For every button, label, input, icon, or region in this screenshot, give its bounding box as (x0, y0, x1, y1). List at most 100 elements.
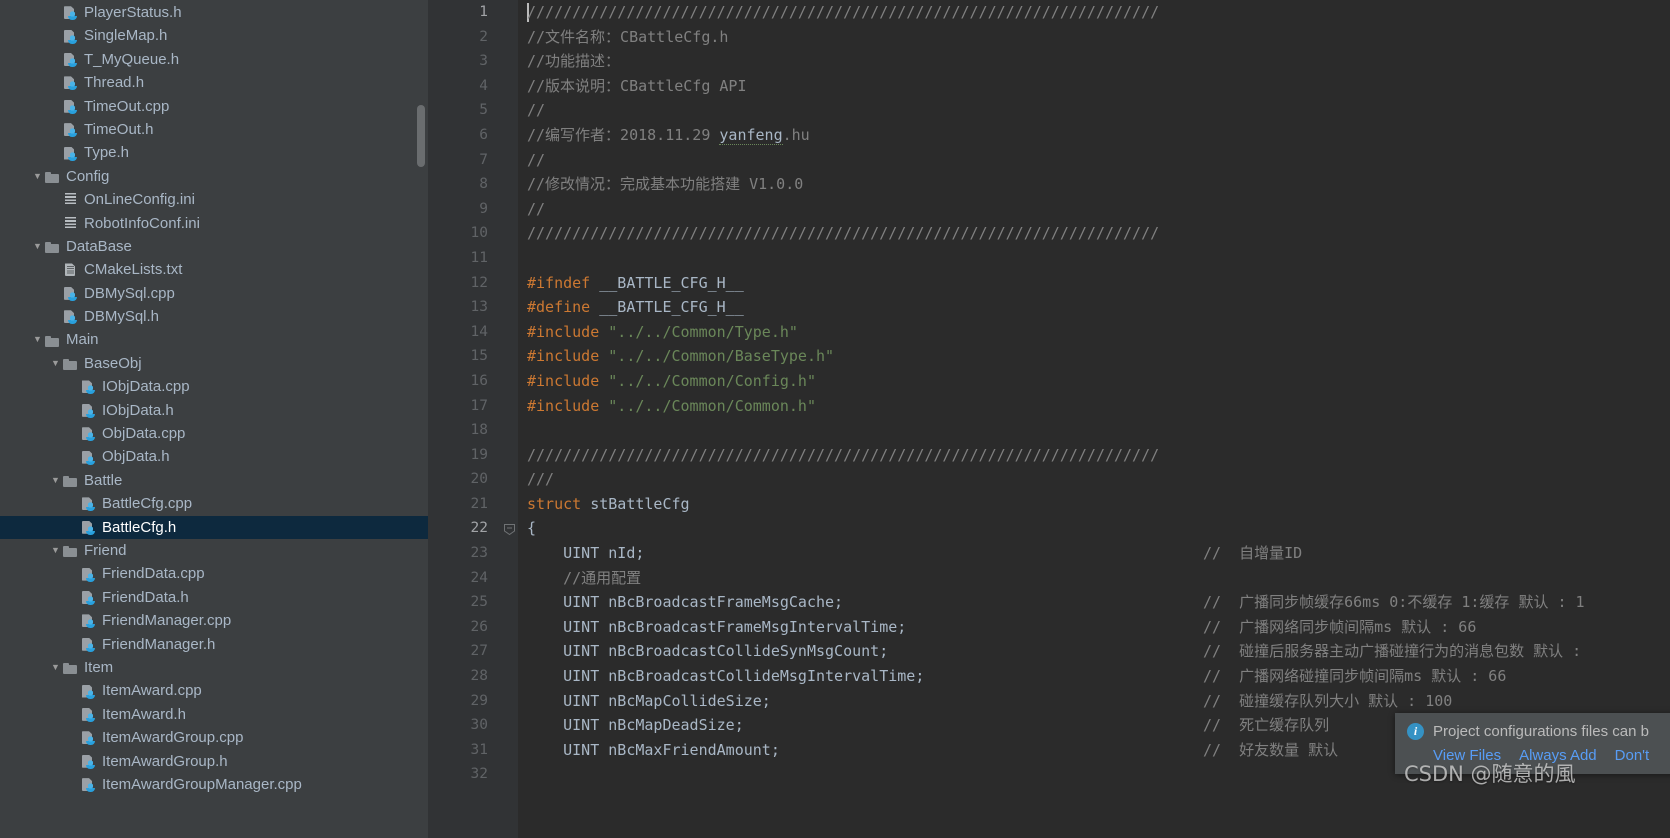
code-line[interactable]: UINT nBcMapCollideSize; // 碰撞缓存队列大小 默认 : … (518, 689, 1670, 714)
chevron-down-icon[interactable]: ▼ (31, 165, 44, 188)
tree-folder-item[interactable]: ▼ Item (0, 656, 428, 679)
gutter-line-number[interactable]: 24 (428, 566, 500, 591)
gutter-line-number[interactable]: 11 (428, 246, 500, 271)
tree-file-cmakelists-txt[interactable]: CMakeLists.txt (0, 258, 428, 281)
gutter-line-number[interactable]: 20 (428, 467, 500, 492)
code-line[interactable]: #define __BATTLE_CFG_H__ (518, 295, 1670, 320)
code-line[interactable]: ////////////////////////////////////////… (518, 0, 1670, 25)
code-line[interactable]: #include "../../Common/BaseType.h" (518, 344, 1670, 369)
code-line[interactable]: #include "../../Common/Config.h" (518, 369, 1670, 394)
code-line[interactable]: //文件名称：CBattleCfg.h (518, 25, 1670, 50)
tree-file-itemaward-cpp[interactable]: ItemAward.cpp (0, 679, 428, 702)
tree-file-thread-h[interactable]: Thread.h (0, 71, 428, 94)
gutter-line-number[interactable]: 19 (428, 443, 500, 468)
gutter-line-number[interactable]: 13 (428, 295, 500, 320)
gutter-line-number[interactable]: 3 (428, 49, 500, 74)
tree-folder-main[interactable]: ▼ Main (0, 328, 428, 351)
project-tree-scrollbar[interactable] (417, 105, 425, 167)
chevron-down-icon[interactable]: ▼ (49, 656, 62, 679)
tree-file-dbmysql-cpp[interactable]: DBMySql.cpp (0, 282, 428, 305)
gutter-line-number[interactable]: 7 (428, 148, 500, 173)
tree-folder-database[interactable]: ▼ DataBase (0, 235, 428, 258)
gutter-line-number[interactable]: 4 (428, 74, 500, 99)
code-line[interactable]: #ifndef __BATTLE_CFG_H__ (518, 271, 1670, 296)
gutter-line-number[interactable]: 29 (428, 689, 500, 714)
code-line[interactable]: UINT nBcBroadcastCollideMsgIntervalTime;… (518, 664, 1670, 689)
gutter-line-number[interactable]: 2 (428, 25, 500, 50)
code-line[interactable]: ////////////////////////////////////////… (518, 443, 1670, 468)
tree-file-t-myqueue-h[interactable]: T_MyQueue.h (0, 48, 428, 71)
code-line[interactable] (518, 246, 1670, 271)
tree-folder-battle[interactable]: ▼ Battle (0, 469, 428, 492)
gutter-line-number[interactable]: 14 (428, 320, 500, 345)
gutter-line-number[interactable]: 12 (428, 271, 500, 296)
gutter-line-number[interactable]: 5 (428, 98, 500, 123)
gutter-line-number[interactable]: 23 (428, 541, 500, 566)
code-line[interactable]: // (518, 197, 1670, 222)
tree-folder-baseobj[interactable]: ▼ BaseObj (0, 352, 428, 375)
tree-file-frienddata-cpp[interactable]: FriendData.cpp (0, 562, 428, 585)
gutter-line-number[interactable]: 18 (428, 418, 500, 443)
chevron-down-icon[interactable]: ▼ (49, 352, 62, 375)
code-line[interactable]: UINT nBcBroadcastCollideSynMsgCount; // 碰… (518, 639, 1670, 664)
tree-file-objdata-h[interactable]: ObjData.h (0, 445, 428, 468)
gutter-line-number[interactable]: 17 (428, 394, 500, 419)
code-line[interactable]: //通用配置 (518, 566, 1670, 591)
code-line[interactable]: struct stBattleCfg (518, 492, 1670, 517)
gutter-line-number[interactable]: 1 (428, 0, 500, 25)
tree-file-frienddata-h[interactable]: FriendData.h (0, 586, 428, 609)
editor-gutter[interactable]: 1 2 3 4 5 6 7 8 9 10 11 12 13 14 15 16 17 18 19 20 21 22 23 24 2… (428, 0, 500, 838)
gutter-line-number[interactable]: 21 (428, 492, 500, 517)
tree-folder-config[interactable]: ▼ Config (0, 165, 428, 188)
chevron-down-icon[interactable]: ▼ (49, 539, 62, 562)
tree-file-dbmysql-h[interactable]: DBMySql.h (0, 305, 428, 328)
tree-file-iobjdata-h[interactable]: IObjData.h (0, 399, 428, 422)
gutter-line-number[interactable]: 28 (428, 664, 500, 689)
code-line[interactable]: //修改情况：完成基本功能搭建 V1.0.0 (518, 172, 1670, 197)
tree-file-objdata-cpp[interactable]: ObjData.cpp (0, 422, 428, 445)
code-line[interactable]: UINT nId; // 自增量ID (518, 541, 1670, 566)
code-line[interactable]: #include "../../Common/Common.h" (518, 394, 1670, 419)
gutter-line-number[interactable]: 15 (428, 344, 500, 369)
code-line[interactable]: // (518, 98, 1670, 123)
gutter-line-number[interactable]: 22 (428, 516, 500, 541)
gutter-line-number[interactable]: 9 (428, 197, 500, 222)
tree-file-iobjdata-cpp[interactable]: IObjData.cpp (0, 375, 428, 398)
tree-file-timeout-h[interactable]: TimeOut.h (0, 118, 428, 141)
code-line[interactable]: ////////////////////////////////////////… (518, 221, 1670, 246)
tree-file-friendmanager-h[interactable]: FriendManager.h (0, 633, 428, 656)
tree-file-battlecfg-h[interactable]: BattleCfg.h (0, 515, 428, 539)
code-line[interactable]: #include "../../Common/Type.h" (518, 320, 1670, 345)
code-line[interactable]: //编写作者：2018.11.29 yanfeng.hu (518, 123, 1670, 148)
tree-file-robotinfoconf-ini[interactable]: RobotInfoConf.ini (0, 212, 428, 235)
code-line[interactable]: UINT nBcBroadcastFrameMsgCache; // 广播同步帧缓… (518, 590, 1670, 615)
gutter-line-number[interactable]: 8 (428, 172, 500, 197)
dont-add-link[interactable]: Don't (1615, 747, 1650, 764)
code-line[interactable]: UINT nBcBroadcastFrameMsgIntervalTime; //… (518, 615, 1670, 640)
tree-file-itemaward-h[interactable]: ItemAward.h (0, 703, 428, 726)
code-line[interactable]: // (518, 148, 1670, 173)
code-line[interactable]: //版本说明：CBattleCfg API (518, 74, 1670, 99)
gutter-line-number[interactable]: 25 (428, 590, 500, 615)
code-line[interactable]: /// (518, 467, 1670, 492)
project-tree-panel[interactable]: PlayerStatus.h SingleMap.h T_MyQueue.h Thre… (0, 0, 428, 838)
tree-file-itemawardgroup-cpp[interactable]: ItemAwardGroup.cpp (0, 726, 428, 749)
gutter-line-number[interactable]: 32 (428, 762, 500, 787)
code-line[interactable]: //功能描述： (518, 49, 1670, 74)
tree-file-itemawardgroup-h[interactable]: ItemAwardGroup.h (0, 750, 428, 773)
gutter-line-number[interactable]: 27 (428, 639, 500, 664)
code-line[interactable] (518, 418, 1670, 443)
tree-file-onlineconfig-ini[interactable]: OnLineConfig.ini (0, 188, 428, 211)
tree-file-type-h[interactable]: Type.h (0, 141, 428, 164)
tree-file-timeout-cpp[interactable]: TimeOut.cpp (0, 95, 428, 118)
gutter-line-number[interactable]: 6 (428, 123, 500, 148)
code-line[interactable]: { (518, 516, 1670, 541)
gutter-line-number[interactable]: 26 (428, 615, 500, 640)
chevron-down-icon[interactable]: ▼ (31, 328, 44, 351)
tree-file-playerstatus-h[interactable]: PlayerStatus.h (0, 1, 428, 24)
tree-folder-friend[interactable]: ▼ Friend (0, 539, 428, 562)
chevron-down-icon[interactable]: ▼ (49, 469, 62, 492)
gutter-line-number[interactable]: 10 (428, 221, 500, 246)
chevron-down-icon[interactable]: ▼ (31, 235, 44, 258)
editor-fold-strip[interactable] (500, 0, 518, 838)
